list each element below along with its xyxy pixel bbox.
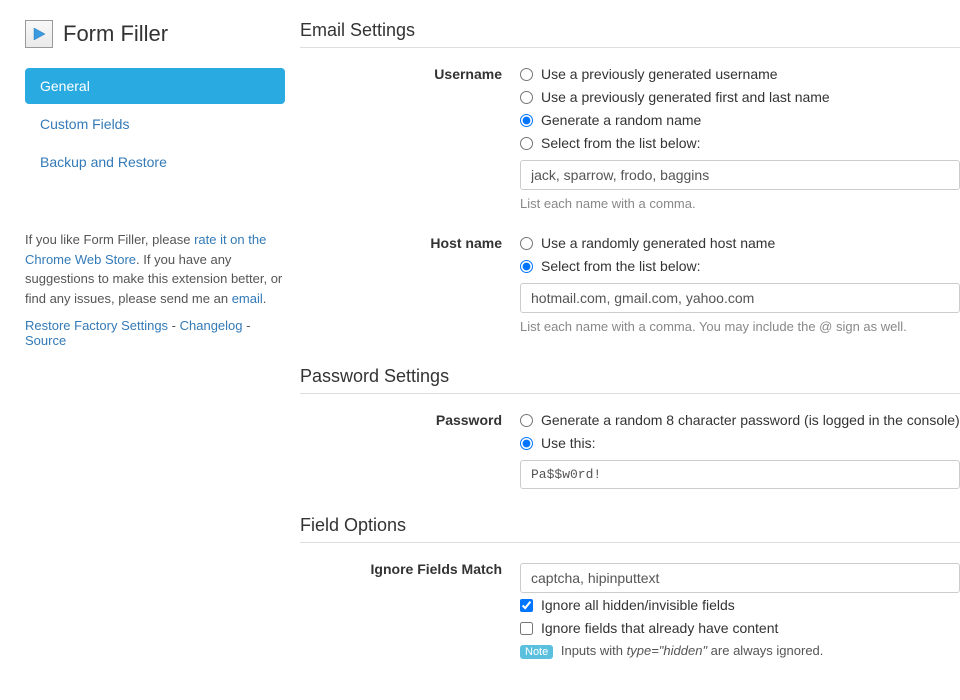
app-title: Form Filler <box>63 21 168 47</box>
password-radio-random[interactable] <box>520 414 533 427</box>
hostname-radio-list[interactable] <box>520 260 533 273</box>
hostname-opt-list[interactable]: Select from the list below: <box>520 258 960 274</box>
blurb-text-3: . <box>263 291 267 306</box>
password-radio-this[interactable] <box>520 437 533 450</box>
username-opt-prev-user[interactable]: Use a previously generated username <box>520 66 960 82</box>
username-radio-prev-user[interactable] <box>520 68 533 81</box>
password-input[interactable] <box>520 460 960 489</box>
section-email-title: Email Settings <box>300 20 960 48</box>
chk-content-row[interactable]: Ignore fields that already have content <box>520 620 960 636</box>
note-line: Note Inputs with type="hidden" are alway… <box>520 643 960 658</box>
hostname-opt-random[interactable]: Use a randomly generated host name <box>520 235 960 251</box>
hostname-label: Host name <box>300 235 520 344</box>
note-em: type="hidden" <box>627 643 707 658</box>
hostname-radio-random[interactable] <box>520 237 533 250</box>
nav-custom-fields[interactable]: Custom Fields <box>25 106 285 142</box>
email-link[interactable]: email <box>232 291 263 306</box>
password-label: Password <box>300 412 520 493</box>
username-radio-list[interactable] <box>520 137 533 150</box>
nav-general[interactable]: General <box>25 68 285 104</box>
hostname-help: List each name with a comma. You may inc… <box>520 319 960 334</box>
chk-hidden-row[interactable]: Ignore all hidden/invisible fields <box>520 597 960 613</box>
note-badge: Note <box>520 645 553 659</box>
username-opt-prev-name[interactable]: Use a previously generated first and las… <box>520 89 960 105</box>
ignore-input[interactable] <box>520 563 960 593</box>
ignore-label: Ignore Fields Match <box>300 561 520 658</box>
sidebar-links: Restore Factory Settings - Changelog - S… <box>25 318 285 348</box>
nav-backup-restore[interactable]: Backup and Restore <box>25 144 285 180</box>
username-opt-list[interactable]: Select from the list below: <box>520 135 960 151</box>
sidebar-nav: General Custom Fields Backup and Restore <box>25 68 285 180</box>
source-link[interactable]: Source <box>25 333 66 348</box>
hostname-list-input[interactable] <box>520 283 960 313</box>
chk-content[interactable] <box>520 622 533 635</box>
username-list-input[interactable] <box>520 160 960 190</box>
chk-hidden[interactable] <box>520 599 533 612</box>
username-radio-random[interactable] <box>520 114 533 127</box>
username-radio-prev-name[interactable] <box>520 91 533 104</box>
section-fields-title: Field Options <box>300 515 960 543</box>
password-opt-random[interactable]: Generate a random 8 character password (… <box>520 412 960 428</box>
username-label: Username <box>300 66 520 221</box>
changelog-link[interactable]: Changelog <box>180 318 243 333</box>
sidebar-blurb: If you like Form Filler, please rate it … <box>25 230 285 308</box>
restore-link[interactable]: Restore Factory Settings <box>25 318 168 333</box>
username-opt-random[interactable]: Generate a random name <box>520 112 960 128</box>
password-opt-this[interactable]: Use this: <box>520 435 960 451</box>
app-header: Form Filler <box>25 20 285 48</box>
username-help: List each name with a comma. <box>520 196 960 211</box>
section-password-title: Password Settings <box>300 366 960 394</box>
app-logo-icon <box>25 20 53 48</box>
blurb-text: If you like Form Filler, please <box>25 232 194 247</box>
